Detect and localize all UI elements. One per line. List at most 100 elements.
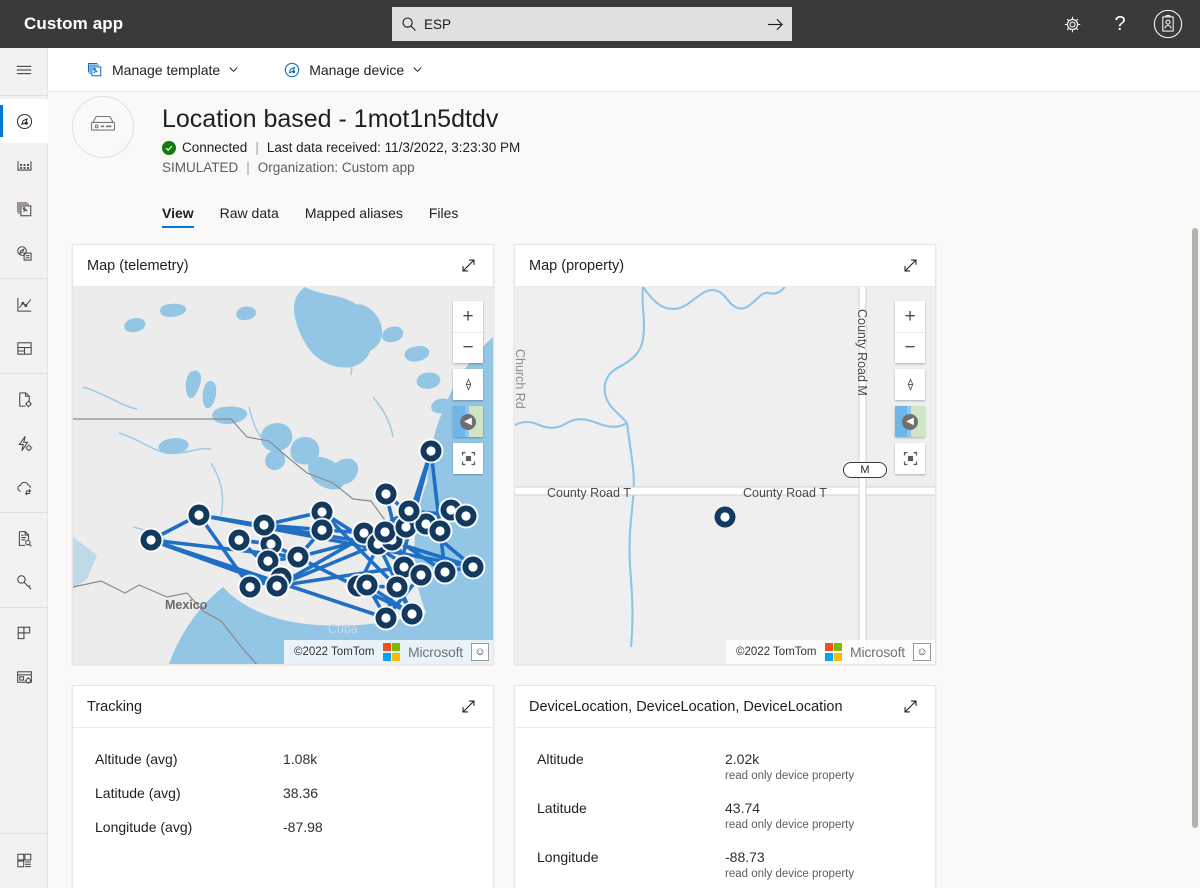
sidebar-item-file-search[interactable] — [0, 516, 48, 560]
sidebar-item-jobs[interactable] — [0, 377, 48, 421]
sidebar-item-rules[interactable] — [0, 421, 48, 465]
card-title: Map (telemetry) — [87, 257, 189, 274]
search-input[interactable] — [424, 16, 758, 32]
tab-files[interactable]: Files — [429, 205, 459, 228]
zoom-out-button[interactable]: − — [453, 332, 483, 363]
map-marker[interactable] — [309, 517, 335, 543]
expand-diagonal-icon[interactable] — [457, 255, 479, 277]
map-marker[interactable] — [226, 527, 252, 553]
zoom-in-button[interactable]: + — [453, 301, 483, 332]
expand-diagonal-icon[interactable] — [899, 255, 921, 277]
reset-view-button[interactable] — [895, 443, 925, 474]
sidebar-item-extensions[interactable] — [0, 611, 48, 655]
compass-pitch-button[interactable] — [453, 369, 483, 400]
device-key-altitude: Altitude — [537, 751, 584, 767]
compass-pitch-button[interactable] — [895, 369, 925, 400]
map-label-mexico: Mexico — [165, 598, 208, 612]
map-marker[interactable] — [354, 572, 380, 598]
help-icon[interactable]: ? — [1096, 0, 1144, 48]
sidebar-item-device-connect[interactable] — [0, 231, 48, 275]
map-marker[interactable] — [432, 559, 458, 585]
map-marker[interactable] — [264, 573, 290, 599]
tracking-key-latitude: Latitude (avg) — [95, 785, 181, 801]
map-telemetry-route-overlay — [138, 438, 486, 631]
map-marker[interactable] — [373, 481, 399, 507]
expand-diagonal-icon[interactable] — [899, 696, 921, 718]
tab-mapped-aliases[interactable]: Mapped aliases — [305, 205, 403, 228]
sidebar-item-analytics[interactable] — [0, 282, 48, 326]
device-compass-icon — [283, 61, 301, 79]
manage-template-button[interactable]: Manage template — [76, 48, 249, 92]
card-header: DeviceLocation, DeviceLocation, DeviceLo… — [515, 686, 935, 728]
map-label-county-road-t-left: County Road T — [547, 486, 631, 500]
main-content: Location based - 1mot1n5dtdv Connected |… — [48, 92, 1200, 888]
sidebar-item-permissions[interactable] — [0, 560, 48, 604]
help-glyph: ? — [1114, 12, 1126, 35]
map-marker[interactable] — [460, 554, 486, 580]
zoom-in-button[interactable]: + — [895, 301, 925, 332]
device-key-longitude: Longitude — [537, 849, 599, 865]
sidebar-item-administration[interactable] — [0, 655, 48, 699]
feedback-smiley-icon[interactable]: ☺ — [471, 643, 489, 661]
chevron-left-icon: ◀ — [902, 413, 918, 430]
expand-diagonal-icon[interactable] — [457, 696, 479, 718]
map-marker[interactable] — [418, 438, 444, 464]
map-marker[interactable] — [372, 519, 398, 545]
map-marker[interactable] — [399, 601, 425, 627]
gateway-device-icon — [86, 111, 120, 144]
sidebar-item-device-groups[interactable] — [0, 143, 48, 187]
map-marker[interactable] — [251, 512, 277, 538]
card-title: Tracking — [87, 698, 143, 715]
map-marker[interactable] — [396, 498, 422, 524]
map-marker[interactable] — [453, 503, 479, 529]
sidebar-item-app-list[interactable] — [0, 838, 48, 882]
hamburger-icon[interactable] — [0, 48, 48, 92]
sidebar-item-devices[interactable] — [0, 99, 48, 143]
map-marker[interactable] — [285, 544, 311, 570]
card-header: Map (telemetry) — [73, 245, 493, 287]
sidebar-item-data-export[interactable] — [0, 465, 48, 509]
device-value-altitude: 2.02k — [725, 751, 760, 767]
manage-template-label: Manage template — [112, 61, 221, 78]
map-marker[interactable] — [186, 502, 212, 528]
map-controls-telemetry: + − ◀ — [453, 301, 483, 474]
zoom-out-button[interactable]: − — [895, 332, 925, 363]
map-marker[interactable] — [408, 562, 434, 588]
chevron-down-icon — [412, 62, 423, 78]
search-box[interactable] — [392, 7, 792, 41]
vertical-scrollbar[interactable] — [1192, 228, 1198, 828]
account-badge-icon[interactable] — [1144, 0, 1192, 48]
tab-raw-data[interactable]: Raw data — [220, 205, 279, 228]
list-item: Longitude (avg) -87.98 — [73, 810, 493, 844]
map-marker[interactable] — [384, 574, 410, 600]
rail-divider — [0, 278, 47, 279]
search-submit-arrow-icon[interactable] — [758, 7, 792, 41]
map-marker[interactable] — [714, 506, 736, 528]
sidebar-item-device-templates[interactable] — [0, 187, 48, 231]
device-location-values: Altitude 2.02k read only device property… — [515, 728, 935, 888]
map-label-county-road-t-right: County Road T — [743, 486, 827, 500]
map-style-picker-button[interactable]: ◀ — [895, 406, 925, 437]
manage-device-button[interactable]: Manage device — [273, 48, 433, 92]
device-key-latitude: Latitude — [537, 800, 587, 816]
last-data-received: Last data received: 11/3/2022, 3:23:30 P… — [266, 140, 521, 155]
map-marker[interactable] — [138, 527, 164, 553]
template-stack-icon — [86, 61, 104, 79]
map-style-picker-button[interactable]: ◀ — [453, 406, 483, 437]
feedback-smiley-icon[interactable]: ☺ — [913, 643, 931, 661]
device-status-line: Connected | Last data received: 11/3/202… — [162, 138, 1200, 158]
map-marker[interactable] — [373, 605, 399, 631]
tracking-key-longitude: Longitude (avg) — [95, 819, 193, 835]
tracking-value-latitude: 38.36 — [283, 785, 319, 801]
sidebar-item-dashboards[interactable] — [0, 326, 48, 370]
gear-icon[interactable] — [1048, 0, 1096, 48]
card-header: Map (property) — [515, 245, 935, 287]
tab-view[interactable]: View — [162, 205, 194, 228]
chevron-left-icon: ◀ — [460, 413, 476, 430]
map-marker[interactable] — [237, 574, 263, 600]
command-bar: Manage template Manage device — [48, 48, 1200, 92]
map-property-canvas[interactable]: County Road M Church Rd County Road T Co… — [515, 287, 935, 664]
manage-device-label: Manage device — [309, 61, 405, 78]
map-telemetry-canvas[interactable]: Mexico Cuba Haiti Puerto + − — [73, 287, 493, 664]
reset-view-button[interactable] — [453, 443, 483, 474]
